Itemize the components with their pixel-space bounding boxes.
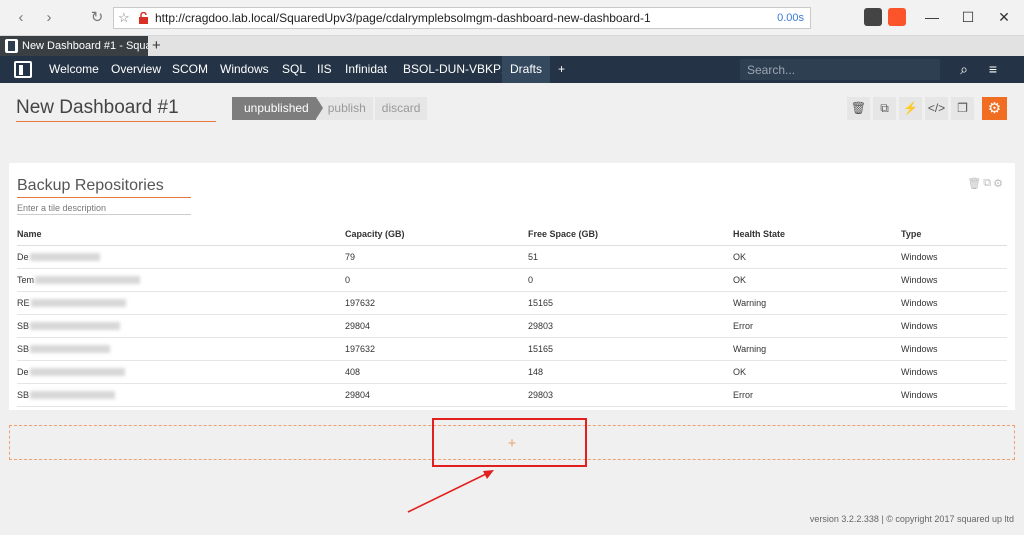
annotation-arrow [407,470,494,513]
footer-copyright: version 3.2.2.338 | © copyright 2017 squ… [809,514,1014,524]
